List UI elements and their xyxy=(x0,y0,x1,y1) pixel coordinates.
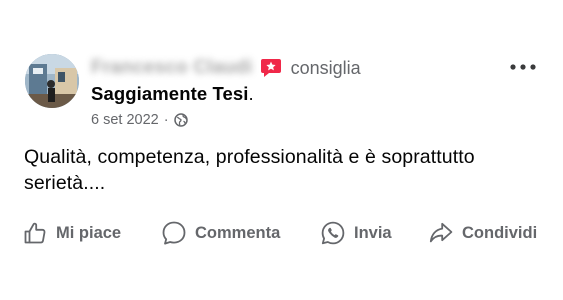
recommend-badge-icon xyxy=(259,57,283,79)
thumbs-up-icon xyxy=(22,220,48,246)
globe-icon xyxy=(173,113,188,127)
post-date[interactable]: 6 set 2022 xyxy=(91,112,159,128)
recommended-page-row: Saggiamente Tesi. xyxy=(91,83,254,105)
post-meta: 6 set 2022 · xyxy=(91,110,188,130)
more-options-button[interactable] xyxy=(506,56,540,78)
share-button[interactable]: Condividi xyxy=(428,216,537,250)
post-text: Qualità, competenza, professionalità e è… xyxy=(24,146,475,194)
send-button[interactable]: Invia xyxy=(320,216,392,250)
post-header: Francesco Claudi consiglia xyxy=(91,55,361,81)
meta-separator: · xyxy=(163,112,169,128)
more-dots-icon xyxy=(510,64,536,70)
share-arrow-icon xyxy=(428,220,454,246)
send-label: Invia xyxy=(354,223,392,242)
recommended-page-name[interactable]: Saggiamente Tesi xyxy=(91,83,249,104)
like-label: Mi piace xyxy=(56,223,122,242)
comment-label: Commenta xyxy=(195,223,281,242)
avatar-photo xyxy=(25,54,79,108)
page-name-period: . xyxy=(248,83,254,104)
share-label: Condividi xyxy=(462,223,538,242)
comment-bubble-icon xyxy=(161,220,187,246)
like-button[interactable]: Mi piace xyxy=(22,216,121,250)
author-name[interactable]: Francesco Claudi xyxy=(91,57,253,79)
whatsapp-icon xyxy=(320,220,346,246)
comment-button[interactable]: Commenta xyxy=(161,216,280,250)
recommends-label: consiglia xyxy=(290,57,361,78)
action-bar: Mi piace Commenta Invia Condividi xyxy=(0,216,563,250)
avatar[interactable] xyxy=(25,54,79,108)
